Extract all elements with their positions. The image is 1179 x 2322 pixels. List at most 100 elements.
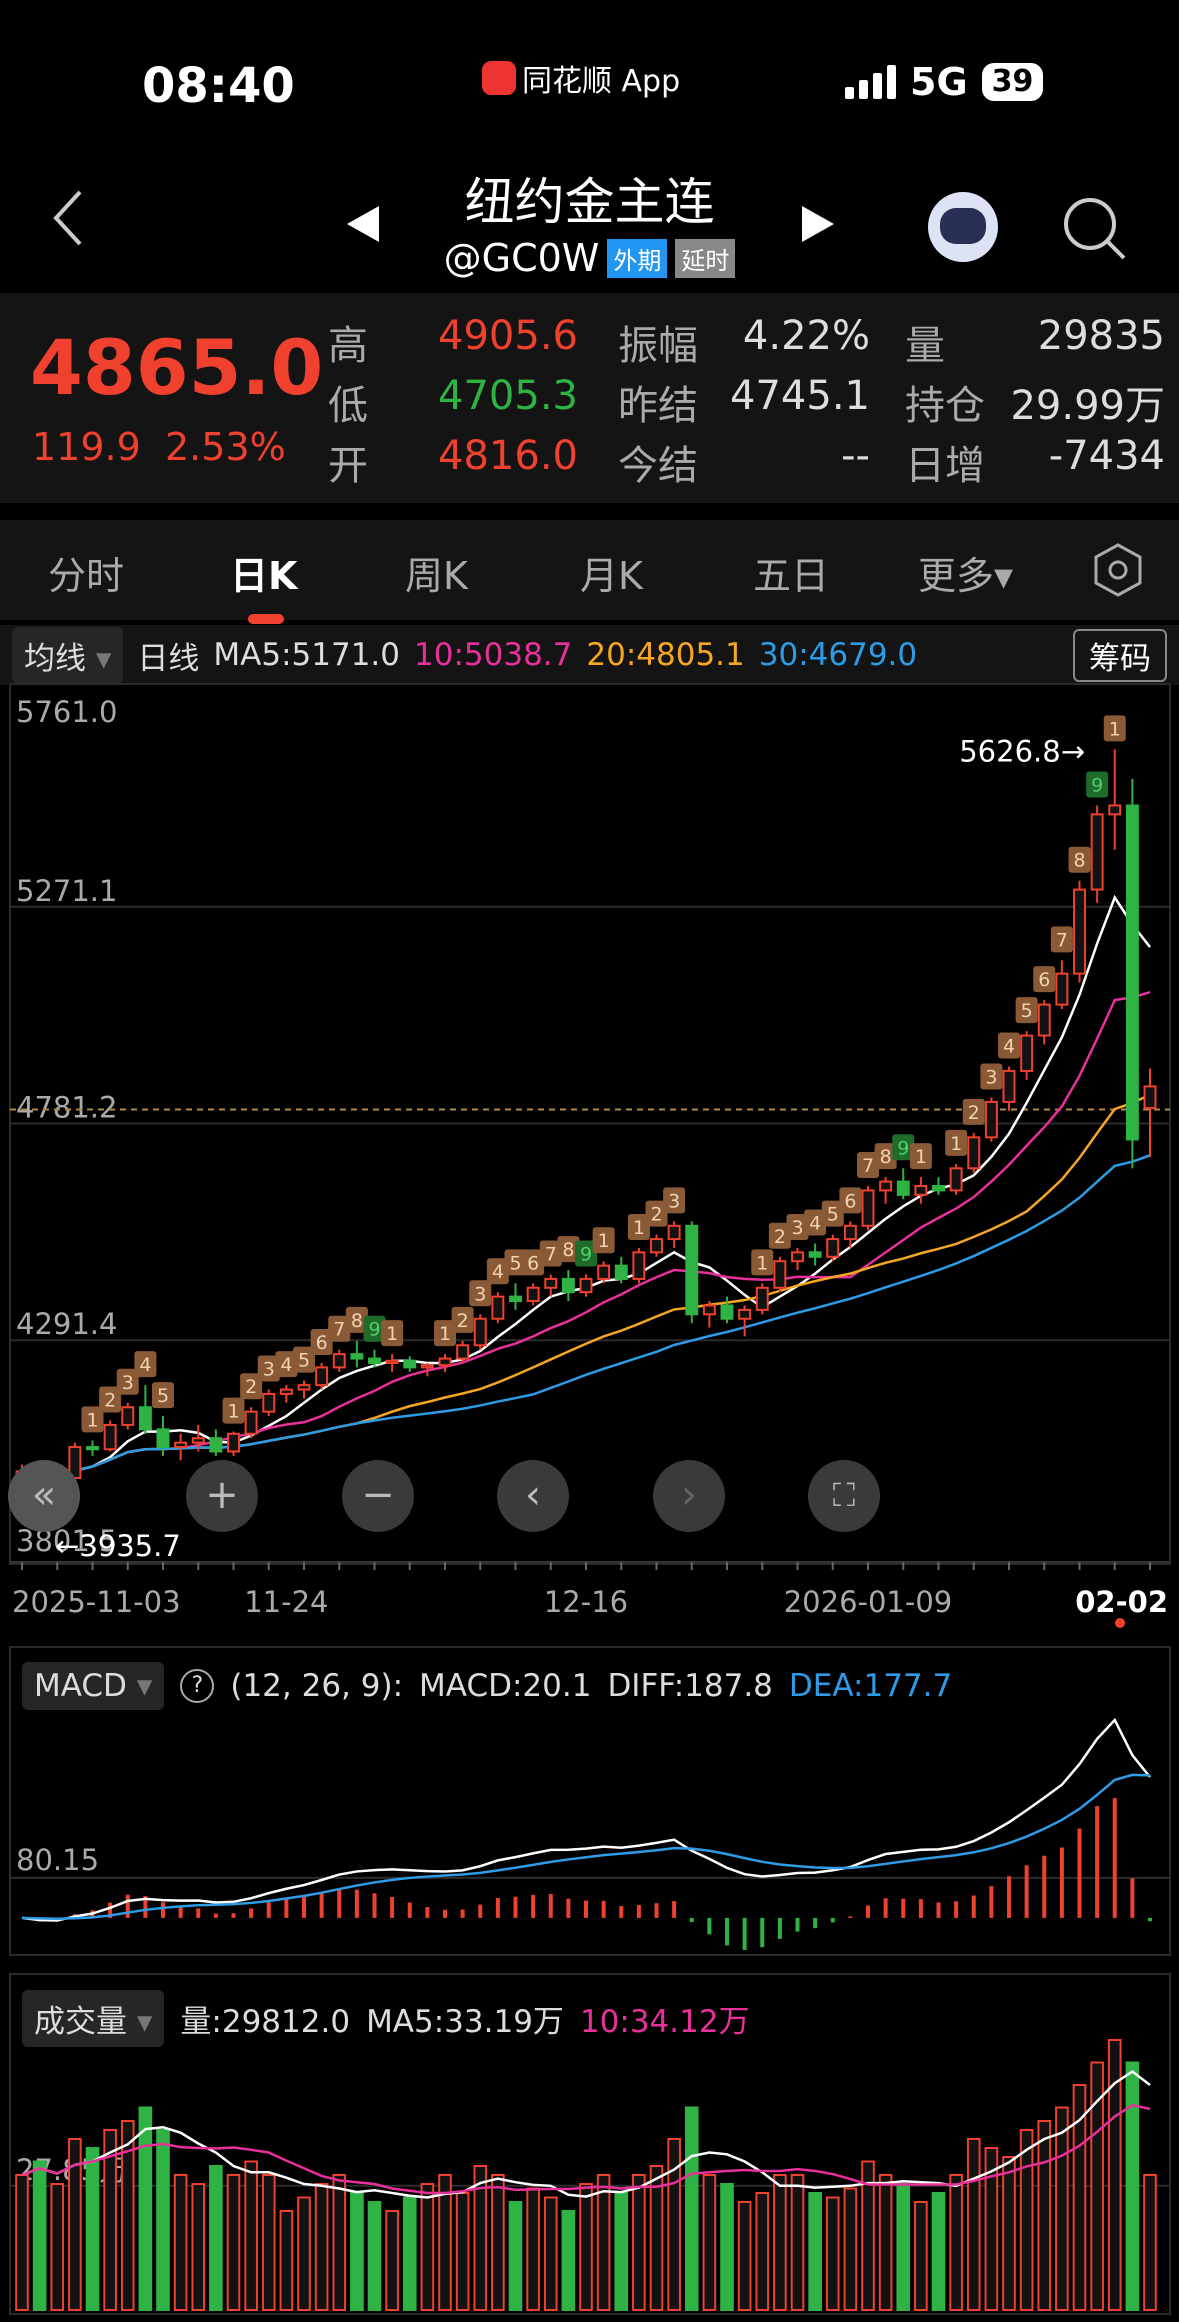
td-count-label: 1 (633, 1217, 645, 1239)
macd-axis-label: 80.15 (16, 1843, 99, 1877)
volume-bar-up (878, 2174, 893, 2311)
td-count-label: 3 (668, 1190, 680, 1212)
volume-bar-up (1002, 2156, 1016, 2311)
td-count-label: 4 (492, 1261, 504, 1283)
candle-down (808, 1251, 822, 1258)
candle-up (121, 1406, 135, 1426)
scroll-left-button[interactable]: « (8, 1460, 80, 1532)
candle-up (1037, 1003, 1051, 1037)
candle-up (1055, 972, 1069, 1006)
td-count-label: 1 (386, 1323, 398, 1345)
td-count-label: 4 (1003, 1036, 1015, 1058)
volume-ma10-line (21, 2103, 1151, 2195)
td-count-label: 3 (122, 1372, 134, 1394)
candle-up (279, 1388, 293, 1395)
candle-up (984, 1100, 998, 1139)
candle-up (914, 1184, 928, 1196)
candle-up (861, 1189, 875, 1227)
volume-bar-down (402, 2196, 417, 2311)
candle-down (896, 1180, 910, 1196)
volume-bar-up (825, 2196, 840, 2311)
candle-up (773, 1260, 787, 1289)
candle-down (685, 1224, 699, 1316)
candle-up (843, 1224, 857, 1241)
candle-down (350, 1353, 364, 1360)
td-count-label: 1 (756, 1252, 768, 1274)
td-count-label: 7 (545, 1243, 557, 1265)
td-count-label: 4 (809, 1213, 821, 1235)
y-tick-label: 4781.2 (16, 1091, 117, 1125)
diff-value: DIFF:187.8 (607, 1668, 773, 1704)
candle-down (561, 1277, 575, 1294)
volume-bar-down (684, 2106, 699, 2311)
volume-selector[interactable]: 成交量 ▾ (22, 1990, 165, 2047)
pan-left-button[interactable]: ‹ (497, 1460, 569, 1532)
volume-bar-up (420, 2183, 435, 2311)
candle-up (579, 1277, 593, 1294)
td-count-label: 6 (527, 1252, 539, 1274)
macd-value: MACD:20.1 (419, 1668, 592, 1704)
candle-up (632, 1251, 646, 1280)
td-count-label: 5 (157, 1385, 169, 1407)
candle-down (156, 1428, 170, 1449)
candle-up (456, 1344, 470, 1360)
td-count-label: 3 (985, 1067, 997, 1089)
candle-down (138, 1406, 152, 1431)
candle-up (949, 1167, 963, 1192)
kline-chart[interactable]: 5761.05271.14781.24291.43801.512345123 4 5… (0, 0, 1179, 2322)
candle-up (1108, 804, 1122, 816)
td-count-label: 1 (227, 1401, 239, 1423)
volume-bar-down (367, 2201, 382, 2311)
volume-bar-up (949, 2174, 963, 2311)
td-count-label: 9 (368, 1319, 380, 1341)
td-count-label: 2 (245, 1376, 257, 1398)
candle-up (174, 1441, 188, 1449)
candle-up (385, 1359, 399, 1364)
candle-up (967, 1136, 981, 1170)
help-icon[interactable]: ? (180, 1669, 215, 1703)
volume-bar-up (279, 2210, 294, 2311)
volume-bar-up (543, 2196, 558, 2311)
candle-up (755, 1286, 769, 1311)
candle-up (1020, 1034, 1034, 1072)
td-count-label: 5 (827, 1204, 839, 1226)
td-count-label: 7 (1056, 929, 1068, 951)
volume-bar-up (966, 2138, 981, 2311)
volume-bar-up (226, 2174, 241, 2311)
td-count-label: 2 (104, 1390, 116, 1412)
pan-right-button[interactable]: › (653, 1460, 725, 1532)
volume-bar-up (632, 2174, 646, 2311)
volume-header: 成交量 ▾ 量:29812.0 MA5:33.19万 10:34.12万 (22, 1990, 750, 2047)
chevron-down-icon: ▾ (136, 2004, 153, 2040)
zoom-in-button[interactable]: + (186, 1460, 258, 1532)
volume-bar-up (914, 2201, 928, 2311)
td-count-label: 1 (86, 1409, 98, 1431)
td-count-label: 7 (862, 1155, 874, 1177)
macd-selector[interactable]: MACD ▾ (22, 1662, 165, 1710)
candle-up (473, 1317, 487, 1347)
candle-up (879, 1180, 893, 1192)
volume-bar-down (32, 2160, 47, 2311)
chevron-down-icon: ▾ (136, 1668, 153, 1704)
candle-down (1125, 804, 1139, 1141)
td-count-label: 8 (880, 1146, 892, 1168)
volume-bar-up (455, 2192, 470, 2311)
volume-bar-down (138, 2106, 153, 2311)
fullscreen-button[interactable]: ⛶ (808, 1460, 880, 1532)
candle-up (297, 1384, 311, 1391)
volume-bar-up (579, 2183, 593, 2311)
td-count-label: 5 (1021, 1000, 1033, 1022)
td-count-label: 8 (351, 1310, 363, 1332)
candle-down (932, 1184, 945, 1192)
volume-bar-up (191, 2183, 206, 2311)
volume-bar-up (173, 2174, 188, 2311)
volume-bar-up (15, 2174, 29, 2311)
td-count-label: 9 (1091, 774, 1103, 796)
volume-bar-up (790, 2174, 805, 2311)
td-count-label: 9 (897, 1137, 909, 1159)
td-count-label: 1 (598, 1230, 610, 1252)
volume-bar-up (1143, 2174, 1157, 2311)
volume-bar-down (931, 2192, 946, 2311)
volume-bar-up (596, 2174, 611, 2311)
zoom-out-button[interactable]: − (342, 1460, 414, 1532)
